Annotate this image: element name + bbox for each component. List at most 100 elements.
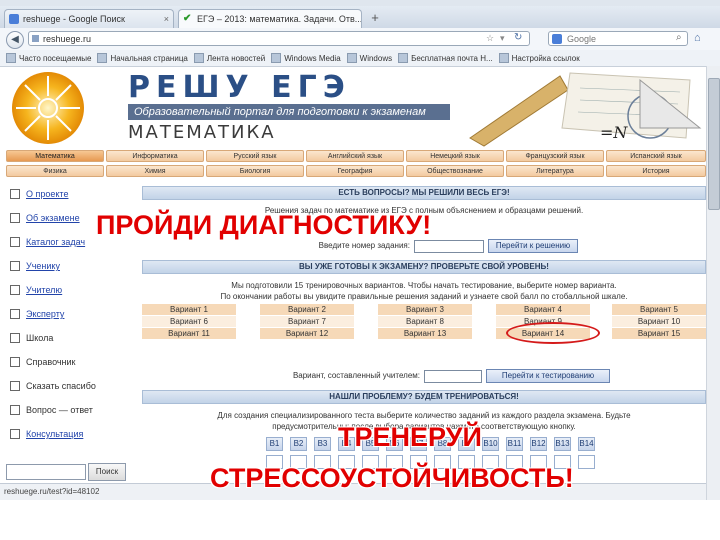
variant-link[interactable]: Вариант 5 [612,304,706,315]
subject-tab-geography[interactable]: География [306,165,404,177]
dropdown-arrow-icon[interactable]: ▾ [500,33,505,44]
subject-tab-chemistry[interactable]: Химия [106,165,204,177]
formula-text: =N [600,123,628,142]
search-input[interactable]: Google [548,31,688,46]
url-input[interactable]: reshuege.ru [28,31,530,46]
check-level-line-2: По окончании работы вы увидите правильны… [220,292,628,301]
variant-link[interactable]: Вариант 2 [260,304,354,315]
site-tagline: Образовательный портал для подготовки к … [128,104,460,120]
subject-tab-spanish[interactable]: Испанский язык [606,150,706,162]
bookmark-icon [97,53,108,63]
teacher-variant-label: Вариант, составленный учителем: [292,371,420,380]
bookmark-icon [6,53,16,63]
bookmark-item[interactable]: Настройка ссылок [498,53,580,63]
new-tab-button[interactable]: + [368,11,382,25]
checkbox-icon [10,357,20,367]
checkbox-icon [10,213,20,223]
task-type-label: B10 [482,437,499,451]
bookmark-item[interactable]: Бесплатная почта H... [398,53,493,63]
tab-bar: reshuege - Google Поиск × ✔ ЕГЭ – 2013: … [0,6,720,29]
sun-logo-icon[interactable] [10,70,86,146]
task-number-input[interactable] [414,240,484,253]
subject-tab-history[interactable]: История [606,165,706,177]
sidebar-item-consult[interactable]: Консультация [10,429,83,439]
variant-link[interactable]: Вариант 3 [378,304,472,315]
subject-tab-biology[interactable]: Биология [206,165,304,177]
bookmark-item[interactable]: Windows [346,53,392,63]
checkbox-icon [10,189,20,199]
subject-tab-german[interactable]: Немецкий язык [406,150,504,162]
table-row: Вариант 6 Вариант 7 Вариант 8 Вариант 9 … [142,316,706,327]
bookmark-item[interactable]: Часто посещаемые [6,53,91,63]
checkbox-icon [10,309,20,319]
variant-link[interactable]: Вариант 10 [612,316,706,327]
sidebar-search-button[interactable]: Поиск [88,463,126,481]
variant-link[interactable]: Вариант 11 [142,328,236,339]
highlight-ellipse [506,322,600,344]
sidebar-search-input[interactable] [6,464,86,480]
bookmark-item[interactable]: Лента новостей [193,53,265,63]
bookmark-icon [346,53,357,63]
subject-tab-informatics[interactable]: Информатика [106,150,204,162]
sidebar-item-student[interactable]: Ученику [10,261,60,271]
table-row: Вариант 1 Вариант 2 Вариант 3 Вариант 4 … [142,304,706,315]
search-icon[interactable]: ⌕ [676,32,682,43]
tab-google[interactable]: reshuege - Google Поиск × [4,9,174,28]
checkbox-icon [10,261,20,271]
go-to-testing-button[interactable]: Перейти к тестированию [486,369,610,383]
go-to-solution-button[interactable]: Перейти к решению [488,239,578,253]
subject-tab-english[interactable]: Английский язык [306,150,404,162]
sidebar-item-thanks[interactable]: Сказать спасибо [10,381,96,391]
sidebar-item-expert[interactable]: Эксперту [10,309,64,319]
site-identity-icon [32,35,39,42]
sidebar-item-reference[interactable]: Справочник [10,357,76,367]
section-header-training: НАШЛИ ПРОБЛЕМУ? БУДЕМ ТРЕНИРОВАТЬСЯ! [142,390,706,404]
close-tab-icon[interactable]: × [164,14,169,24]
sidebar-item-catalog[interactable]: Каталог задач [10,237,85,247]
teacher-variant-input[interactable] [424,370,482,383]
sidebar-item-about[interactable]: О проекте [10,189,68,199]
reload-icon[interactable]: ↻ [514,32,522,43]
variant-link[interactable]: Вариант 7 [260,316,354,327]
home-icon[interactable]: ⌂ [694,32,701,44]
task-type-label: B13 [554,437,571,451]
task-type-label: B12 [530,437,547,451]
tab-reshuege[interactable]: ✔ ЕГЭ – 2013: математика. Задачи. Отв...… [178,9,362,28]
subject-tab-russian[interactable]: Русский язык [206,150,304,162]
overlay-stress-resistance: СТРЕССОУСТОЙЧИВОСТЬ! [210,463,574,493]
variant-link[interactable]: Вариант 12 [260,328,354,339]
site-title[interactable]: РЕШУ ЕГЭ [128,70,351,105]
table-row: Вариант 11 Вариант 12 Вариант 13 Вариант… [142,328,706,339]
variant-link[interactable]: Вариант 6 [142,316,236,327]
checkbox-icon [10,333,20,343]
subject-tab-french[interactable]: Французский язык [506,150,604,162]
bookmark-star-icon[interactable]: ☆ [486,33,494,44]
checkbox-icon [10,429,20,439]
sidebar-item-exam[interactable]: Об экзамене [10,213,80,223]
bookmark-icon [271,53,282,63]
scrollbar-thumb[interactable] [708,78,720,210]
subject-tab-literature[interactable]: Литература [506,165,604,177]
subject-tab-math[interactable]: Математика [6,150,104,162]
task-count-input[interactable] [578,455,595,469]
task-type-label: B11 [506,437,523,451]
subject-tab-social[interactable]: Обществознание [406,165,504,177]
bookmark-item[interactable]: Начальная страница [97,53,188,63]
task-type-label: B14 [578,437,595,451]
bookmark-icon [498,53,509,63]
checkmark-icon: ✔ [183,13,192,24]
back-button[interactable]: ◀ [6,31,24,49]
sidebar-item-school[interactable]: Школа [10,333,53,343]
subject-tab-physics[interactable]: Физика [6,165,104,177]
variant-link[interactable]: Вариант 1 [142,304,236,315]
variant-link[interactable]: Вариант 13 [378,328,472,339]
variant-link[interactable]: Вариант 8 [378,316,472,327]
bookmark-icon [398,53,409,63]
variant-link[interactable]: Вариант 4 [496,304,590,315]
task-type-label: B2 [290,437,307,451]
bookmark-item[interactable]: Windows Media [271,53,341,63]
sidebar-item-teacher[interactable]: Учителю [10,285,62,295]
sidebar-item-faq[interactable]: Вопрос — ответ [10,405,93,415]
slide-margin [0,500,720,540]
variant-link[interactable]: Вариант 15 [612,328,706,339]
